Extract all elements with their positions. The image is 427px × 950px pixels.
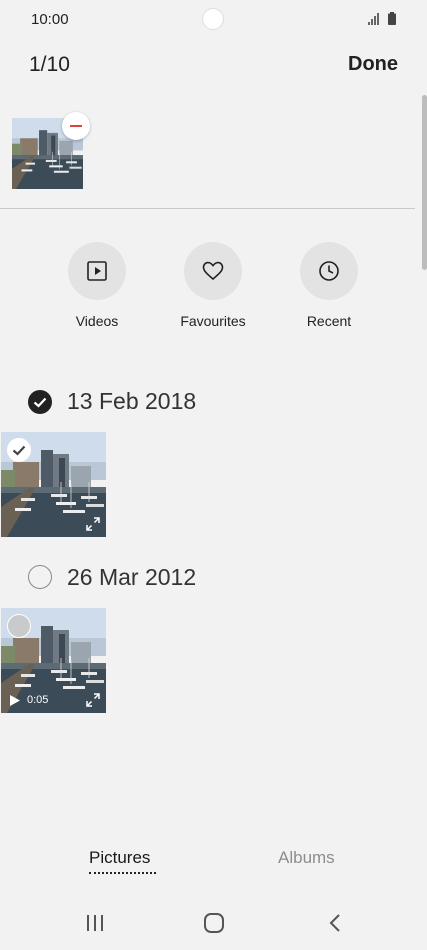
done-button[interactable]: Done [348, 53, 398, 76]
video-thumbnail[interactable]: 0:05 [1, 608, 106, 713]
category-favourites[interactable]: Favourites [153, 242, 273, 329]
group-select-checkbox[interactable] [28, 390, 52, 414]
group-date: 26 Mar 2012 [67, 564, 197, 590]
category-label: Videos [75, 313, 119, 329]
video-play-icon [68, 242, 126, 300]
checkmark-icon [33, 397, 47, 408]
tab-active-indicator [89, 870, 156, 874]
video-duration: 0:05 [27, 694, 49, 706]
expand-icon[interactable] [85, 692, 101, 708]
remove-selection-button[interactable] [62, 112, 90, 140]
category-videos[interactable]: Videos [37, 242, 157, 329]
category-recent[interactable]: Recent [269, 242, 389, 329]
status-time: 10:00 [31, 11, 69, 28]
photo-select-checkbox[interactable] [7, 438, 31, 462]
group-select-checkbox[interactable] [28, 565, 52, 589]
checkmark-icon [12, 445, 26, 456]
front-camera [202, 8, 224, 30]
category-label: Favourites [180, 313, 246, 329]
tab-pictures[interactable]: Pictures [89, 848, 150, 868]
category-label: Recent [306, 313, 352, 329]
scrollbar[interactable] [422, 95, 427, 270]
battery-icon [388, 12, 396, 25]
recent-apps-icon [87, 915, 103, 931]
home-button[interactable] [194, 908, 234, 938]
home-icon [204, 913, 224, 933]
photo-thumbnail[interactable] [1, 432, 106, 537]
group-date: 13 Feb 2018 [67, 388, 197, 414]
clock-icon [300, 242, 358, 300]
back-icon [329, 914, 340, 932]
back-button[interactable] [315, 908, 355, 938]
heart-icon [184, 242, 242, 300]
tab-albums[interactable]: Albums [278, 848, 335, 868]
divider [0, 208, 415, 209]
recent-apps-button[interactable] [75, 908, 115, 938]
photo-select-checkbox[interactable] [7, 614, 31, 638]
signal-icon [368, 13, 379, 25]
play-icon [10, 695, 20, 706]
selection-count: 1/10 [29, 53, 70, 76]
expand-icon[interactable] [85, 516, 101, 532]
